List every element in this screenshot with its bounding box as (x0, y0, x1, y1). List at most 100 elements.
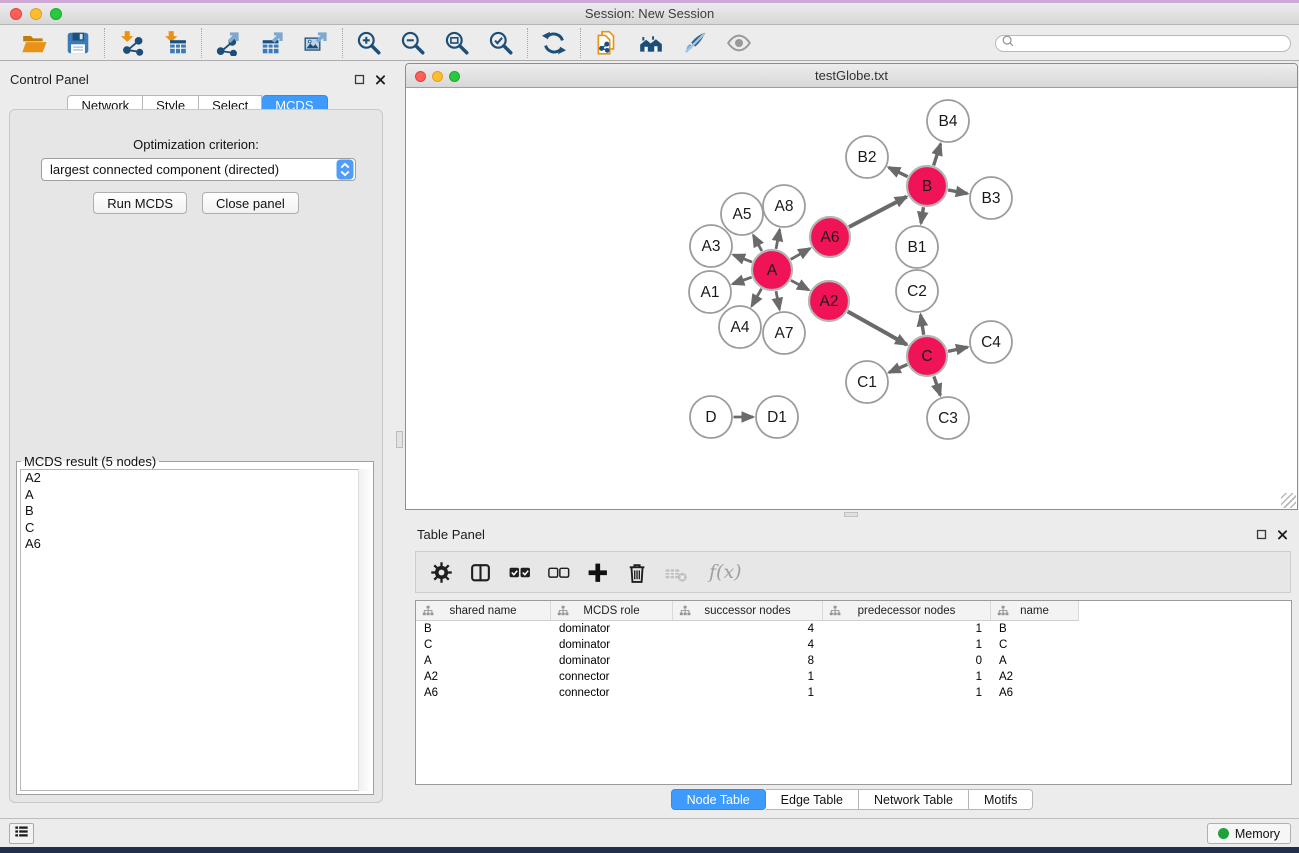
select-all-rows-icon[interactable] (508, 561, 531, 584)
import-table-icon[interactable] (162, 30, 188, 56)
table-row[interactable]: Bdominator41B (416, 621, 1291, 637)
show-columns-icon[interactable] (469, 561, 492, 584)
task-list-icon (13, 823, 30, 845)
graph-node-label: C4 (981, 334, 1001, 351)
window-resize-grip[interactable] (1281, 493, 1296, 508)
table-row[interactable]: A6connector11A6 (416, 685, 1291, 701)
column-header-MCDS-role[interactable]: MCDS role (551, 601, 673, 621)
first-neighbors-icon[interactable] (638, 30, 664, 56)
table-cell: 1 (673, 671, 823, 683)
open-session-icon[interactable] (21, 30, 47, 56)
table-row[interactable]: A2connector11A2 (416, 669, 1291, 685)
table-cell: 1 (823, 639, 991, 651)
graph-edge-C-C3[interactable] (934, 376, 940, 395)
network-canvas[interactable]: B4B2BB3A8A5A6A3B1AC2A1A2A4A7C4CC1DD1C3 (406, 88, 1297, 509)
network-window-titlebar[interactable]: testGlobe.txt (406, 64, 1297, 88)
criterion-dropdown[interactable]: largest connected component (directed) (41, 158, 356, 181)
column-header-predecessor-nodes[interactable]: predecessor nodes (823, 601, 991, 621)
float-table-panel-icon[interactable] (1255, 528, 1268, 541)
table-tabs: Node TableEdge TableNetwork TableMotifs (405, 789, 1299, 810)
float-panel-icon[interactable] (353, 73, 366, 86)
show-task-history-button[interactable] (9, 823, 34, 844)
add-row-icon[interactable] (586, 561, 609, 584)
graph-edge-A6-B[interactable] (849, 197, 907, 227)
graph-edge-B-B2[interactable] (889, 167, 908, 176)
graph-edge-B-B3[interactable] (948, 190, 967, 194)
tab-network-table[interactable]: Network Table (859, 789, 969, 810)
zoom-fit-icon[interactable] (444, 30, 470, 56)
table-row[interactable]: Adominator80A (416, 653, 1291, 669)
result-list-scrollbar[interactable] (358, 469, 370, 791)
zoom-in-icon[interactable] (356, 30, 382, 56)
mcds-result-item[interactable]: A2 (21, 470, 369, 487)
show-graphics-details-icon[interactable] (682, 30, 708, 56)
column-header-name[interactable]: name (991, 601, 1079, 621)
table-cell: 0 (823, 655, 991, 667)
graph-edge-A-A1[interactable] (733, 277, 752, 284)
table-cell: dominator (551, 623, 673, 635)
export-table-icon[interactable] (259, 30, 285, 56)
tab-motifs[interactable]: Motifs (969, 789, 1033, 810)
search-field[interactable] (995, 35, 1291, 52)
close-panel-icon[interactable] (374, 73, 387, 86)
export-image-icon[interactable] (303, 30, 329, 56)
mcds-result-title: MCDS result (5 nodes) (21, 454, 159, 469)
graph-edge-A-A5[interactable] (753, 235, 762, 251)
hide-graphics-details-icon[interactable] (726, 30, 752, 56)
mcds-result-item[interactable]: A (21, 487, 369, 504)
toolbar-group (342, 28, 527, 58)
graph-edge-C-C2[interactable] (921, 315, 924, 335)
column-label: successor nodes (704, 605, 790, 617)
memory-button[interactable]: Memory (1207, 823, 1291, 844)
mcds-result-item[interactable]: A6 (21, 536, 369, 553)
close-panel-button[interactable]: Close panel (202, 192, 299, 214)
graph-edge-A-A3[interactable] (733, 255, 752, 262)
splitter-handle-vertical[interactable] (396, 431, 403, 448)
graph-edge-A2-C[interactable] (848, 312, 907, 345)
table-body: Bdominator41BCdominator41CAdominator80AA… (416, 621, 1291, 701)
dropdown-stepper-icon (336, 159, 354, 180)
delete-rows-icon[interactable] (625, 561, 648, 584)
graph-edge-C-C1[interactable] (889, 365, 907, 373)
splitter-handle-horizontal[interactable] (844, 512, 858, 517)
attribute-icon (422, 605, 434, 617)
deselect-all-rows-icon[interactable] (547, 561, 570, 584)
table-cell: C (991, 639, 1079, 651)
mcds-result-item[interactable]: C (21, 520, 369, 537)
graph-node-label: A8 (775, 198, 794, 215)
refresh-view-icon[interactable] (541, 30, 567, 56)
graph-edge-A-A4[interactable] (752, 289, 762, 306)
column-header-shared-name[interactable]: shared name (416, 601, 551, 621)
mcds-result-list[interactable]: A2ABCA6 (20, 469, 370, 791)
tab-edge-table[interactable]: Edge Table (766, 789, 859, 810)
zoom-selected-icon[interactable] (488, 30, 514, 56)
zoom-out-icon[interactable] (400, 30, 426, 56)
graph-edge-A-A8[interactable] (776, 230, 780, 249)
graph-edge-A-A6[interactable] (791, 248, 810, 259)
graph-edge-B-B1[interactable] (921, 207, 924, 223)
save-session-icon[interactable] (65, 30, 91, 56)
graph-edge-B-B4[interactable] (934, 144, 941, 166)
table-cell: B (991, 623, 1079, 635)
network-graph[interactable]: B4B2BB3A8A5A6A3B1AC2A1A2A4A7C4CC1DD1C3 (406, 88, 1297, 509)
run-mcds-button[interactable]: Run MCDS (93, 192, 187, 214)
graph-edge-C-C4[interactable] (948, 347, 968, 351)
import-network-icon[interactable] (118, 30, 144, 56)
export-network-icon[interactable] (215, 30, 241, 56)
search-input[interactable] (1017, 37, 1285, 50)
table-cell: B (416, 623, 551, 635)
attribute-icon (997, 605, 1009, 617)
mcds-result-item[interactable]: B (21, 503, 369, 520)
graph-edge-A-A7[interactable] (776, 291, 780, 309)
column-header-successor-nodes[interactable]: successor nodes (673, 601, 823, 621)
app-titlebar[interactable]: Session: New Session (0, 3, 1299, 25)
new-network-from-selection-icon[interactable] (594, 30, 620, 56)
table-cell: A (416, 655, 551, 667)
table-settings-icon[interactable] (430, 561, 453, 584)
column-label: predecessor nodes (858, 605, 956, 617)
tab-node-table[interactable]: Node Table (671, 789, 766, 810)
graph-edge-A-A2[interactable] (791, 280, 809, 290)
table-row[interactable]: Cdominator41C (416, 637, 1291, 653)
close-table-panel-icon[interactable] (1276, 528, 1289, 541)
table-cell: connector (551, 671, 673, 683)
